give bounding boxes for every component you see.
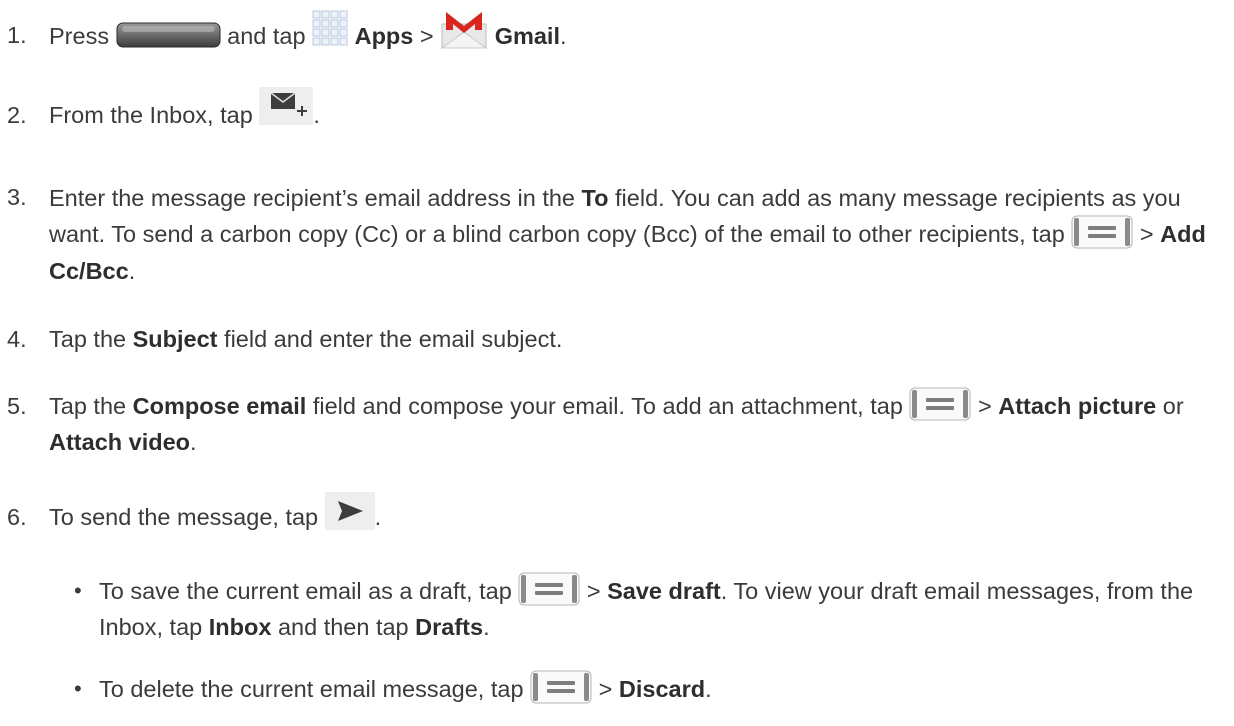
- bullet-text: To delete the current email message, tap…: [99, 670, 1224, 708]
- menu-key-icon: [518, 572, 580, 606]
- step-number: 5.: [7, 393, 27, 419]
- gmail-icon: [440, 10, 488, 50]
- step-number: 4.: [7, 326, 27, 352]
- bullet-text: To save the current email as a draft, ta…: [99, 572, 1224, 644]
- step-number: 2.: [7, 102, 27, 128]
- bullet-marker: •: [74, 676, 82, 701]
- apps-grid-icon: [312, 10, 348, 46]
- menu-key-icon: [1071, 215, 1133, 249]
- bullet-marker: •: [74, 578, 82, 603]
- step-number: 3.: [7, 184, 27, 210]
- step-text: Press and tap Apps > Gmail.: [49, 10, 1224, 58]
- step-text: Enter the message recipient’s email addr…: [49, 185, 1206, 284]
- step-text: From the Inbox, tap .: [49, 87, 1224, 136]
- menu-key-icon: [530, 670, 592, 704]
- menu-key-icon: [909, 387, 971, 421]
- step-text: Tap the Compose email field and compose …: [49, 387, 1224, 459]
- home-key-icon: [116, 22, 221, 48]
- step-number: 6.: [7, 504, 27, 530]
- compose-icon: [259, 87, 314, 125]
- send-icon: [324, 492, 375, 530]
- step-text: To send the message, tap .: [49, 492, 1224, 538]
- step-text: Tap the Subject field and enter the emai…: [49, 326, 563, 352]
- step-number: 1.: [7, 22, 27, 48]
